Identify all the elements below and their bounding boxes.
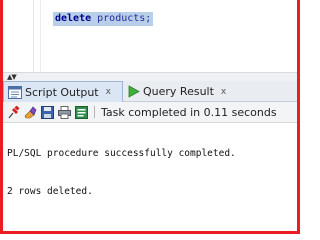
tab-label: Script Output <box>25 85 99 99</box>
sql-keyword: delete <box>55 13 92 24</box>
status-text: Task completed in 0.11 seconds <box>101 105 277 119</box>
print-icon[interactable] <box>57 105 71 119</box>
save-icon[interactable] <box>40 105 54 119</box>
script-output-icon <box>8 85 22 99</box>
toolbar-separator <box>94 106 95 118</box>
close-icon[interactable]: x <box>221 87 226 97</box>
pin-icon[interactable] <box>6 105 20 119</box>
tab-script-output[interactable]: Script Output x <box>3 81 123 102</box>
output-toolbar: Task completed in 0.11 seconds <box>3 102 297 123</box>
tab-label: Query Result <box>143 85 214 98</box>
output-line: PL/SQL procedure successfully completed. <box>7 148 236 159</box>
run-triangle-icon <box>128 85 140 98</box>
sql-developer-panel: delete products; ▲▼ Script Output x Quer… <box>0 0 300 234</box>
output-tab-bar: Script Output x Query Result x <box>3 81 297 102</box>
sql-editor[interactable]: delete products; <box>3 0 297 72</box>
output-line: 2 rows deleted. <box>7 186 93 197</box>
tab-query-result[interactable]: Query Result x <box>123 81 253 102</box>
sql-statement-rest: products; <box>91 13 152 24</box>
close-icon[interactable]: x <box>106 87 111 97</box>
export-icon[interactable] <box>74 105 88 119</box>
eraser-icon[interactable] <box>23 105 37 119</box>
editor-gutter-divider <box>40 0 41 72</box>
script-output-area[interactable]: PL/SQL procedure successfully completed.… <box>3 123 297 231</box>
panel-splitter[interactable]: ▲▼ <box>3 72 297 81</box>
selected-code-line[interactable]: delete products; <box>53 12 154 26</box>
editor-gutter <box>33 0 34 72</box>
